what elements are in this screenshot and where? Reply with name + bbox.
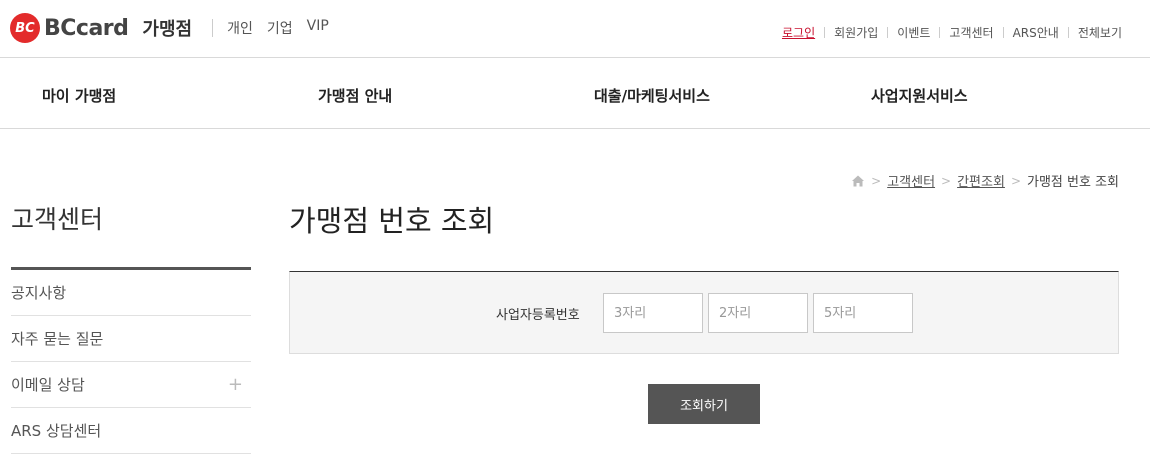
business-number-label: 사업자등록번호: [496, 308, 580, 323]
logo-text: BCcard: [44, 15, 129, 41]
util-separator: [1002, 27, 1004, 38]
logo[interactable]: BC BCcard 가맹점 개인 기업 VIP: [10, 13, 343, 43]
sidebar-item-label: ARS 상담센터: [11, 422, 102, 440]
bc-logo-icon: BC: [10, 13, 40, 43]
breadcrumb: > 고객센터 > 간편조회 > 가맹점 번호 조회: [851, 171, 1119, 190]
business-number-part3-input[interactable]: [813, 293, 913, 333]
home-icon[interactable]: [851, 174, 865, 188]
chevron-right-icon: >: [871, 173, 882, 188]
segment-personal-link[interactable]: 개인: [227, 18, 253, 38]
util-separator: [887, 27, 889, 38]
ars-guide-link[interactable]: ARS안내: [1013, 24, 1059, 41]
segment-vip-link[interactable]: VIP: [307, 18, 329, 38]
plus-icon[interactable]: +: [228, 374, 243, 395]
top-header: BC BCcard 가맹점 개인 기업 VIP 로그인 회원가입 이벤트 고객센…: [0, 0, 1150, 58]
signup-link[interactable]: 회원가입: [834, 24, 878, 41]
logo-sub: 가맹점: [142, 19, 193, 40]
page-title: 가맹점 번호 조회: [289, 204, 495, 238]
sidebar-item-label: 공지사항: [11, 284, 67, 302]
gnb-item-loan-marketing[interactable]: 대출/마케팅서비스: [594, 85, 710, 106]
util-separator: [939, 27, 941, 38]
business-number-part1-input[interactable]: [603, 293, 703, 333]
gnb-item-my-merchant[interactable]: 마이 가맹점: [42, 85, 116, 106]
breadcrumb-current: 가맹점 번호 조회: [1027, 175, 1119, 190]
lookup-button[interactable]: 조회하기: [648, 384, 760, 424]
breadcrumb-customer-center[interactable]: 고객센터: [887, 171, 935, 190]
main-nav: 마이 가맹점 가맹점 안내 대출/마케팅서비스 사업지원서비스: [0, 58, 1150, 129]
util-separator: [1067, 27, 1069, 38]
gnb-item-business-support[interactable]: 사업지원서비스: [871, 85, 968, 106]
sidebar-menu: 공지사항 자주 묻는 질문 이메일 상담 + ARS 상담센터: [11, 267, 251, 454]
gnb-item-merchant-info[interactable]: 가맹점 안내: [318, 85, 392, 106]
chevron-right-icon: >: [941, 173, 952, 188]
segment-nav: 개인 기업 VIP: [227, 18, 343, 38]
util-nav: 로그인 회원가입 이벤트 고객센터 ARS안내 전체보기: [782, 24, 1122, 41]
business-number-part2-input[interactable]: [708, 293, 808, 333]
segment-business-link[interactable]: 기업: [267, 18, 293, 38]
sidebar-item-notice[interactable]: 공지사항: [11, 270, 251, 316]
sidebar-item-label: 자주 묻는 질문: [11, 330, 104, 348]
lookup-form: 사업자등록번호: [289, 271, 1119, 354]
breadcrumb-quick-lookup[interactable]: 간편조회: [957, 171, 1005, 190]
sidebar-item-email-consult[interactable]: 이메일 상담 +: [11, 362, 251, 408]
sidebar-item-label: 이메일 상담: [11, 376, 85, 394]
sidebar-title: 고객센터: [11, 205, 104, 234]
sidebar-item-ars-center[interactable]: ARS 상담센터: [11, 408, 251, 454]
customer-center-link[interactable]: 고객센터: [949, 24, 993, 41]
event-link[interactable]: 이벤트: [897, 24, 930, 41]
sidebar-item-faq[interactable]: 자주 묻는 질문: [11, 316, 251, 362]
chevron-right-icon: >: [1010, 173, 1021, 188]
logo-divider: [212, 19, 214, 37]
login-link[interactable]: 로그인: [782, 24, 815, 41]
util-separator: [824, 27, 826, 38]
view-all-link[interactable]: 전체보기: [1078, 24, 1122, 41]
